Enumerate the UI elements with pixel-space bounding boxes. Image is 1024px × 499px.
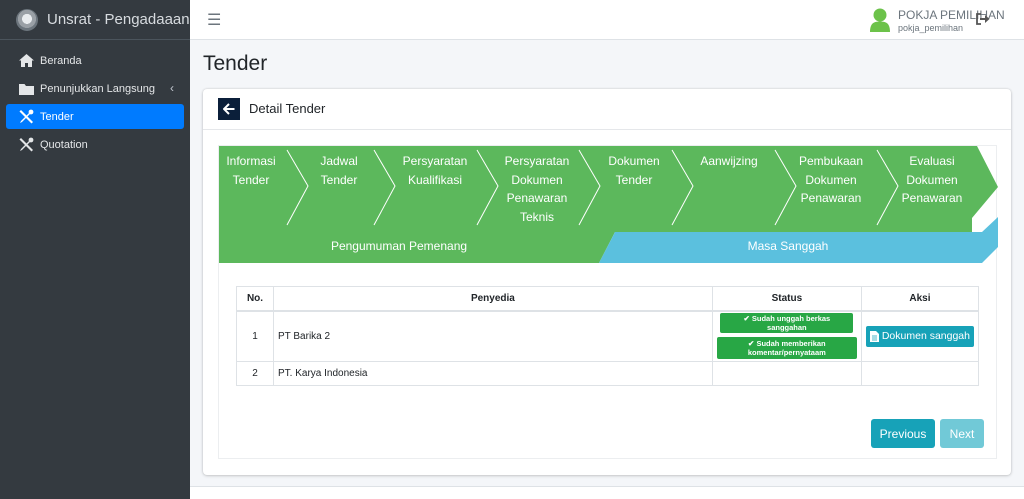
page-title: Tender (203, 52, 268, 75)
back-button[interactable] (218, 98, 240, 120)
sidebar-item-tender[interactable]: Tender (6, 104, 184, 129)
step-persyaratan-dokumen-teknis[interactable]: Persyaratan Dokumen Penawaran Teknis (495, 152, 579, 226)
sidebar-item-label: Beranda (40, 54, 82, 67)
stage-pengumuman-pemenang[interactable]: Pengumuman Pemenang (219, 239, 579, 253)
step-persyaratan-kualifikasi[interactable]: Persyaratan Kualifikasi (393, 152, 477, 189)
col-penyedia: Penyedia (273, 286, 713, 312)
brand[interactable]: Unsrat - Pengadaaan Ba (0, 0, 190, 40)
table-row: 2 PT. Karya Indonesia (236, 361, 980, 386)
table-header-row: No. Penyedia Status Aksi (236, 286, 980, 312)
row-penyedia: PT. Karya Indonesia (273, 361, 713, 386)
user-icon (870, 8, 890, 32)
menu-toggle-icon[interactable]: ☰ (207, 10, 221, 30)
brand-title: Unsrat - Pengadaaan Ba (47, 11, 190, 28)
sidebar-item-label: Tender (40, 110, 74, 123)
top-navbar: ☰ POKJA PEMILIHAN pokja_pemilihan (190, 0, 1024, 40)
check-icon: ✔ (743, 314, 750, 324)
detail-card: Detail Tender Informasi Tender Jadwal Te… (203, 89, 1011, 475)
row-aksi: Dokumen sanggah (860, 310, 980, 362)
footer (190, 486, 1024, 499)
col-status: Status (711, 286, 862, 312)
folder-icon (18, 82, 34, 96)
col-aksi: Aksi (860, 286, 980, 312)
stage-masa-sanggah[interactable]: Masa Sanggah (619, 239, 957, 253)
dokumen-sanggah-button[interactable]: Dokumen sanggah (865, 325, 974, 347)
arrow-left-icon (223, 103, 235, 115)
sidebar-nav: Beranda Penunjukkan Langsung ‹ Tender Qu… (0, 40, 190, 157)
file-icon (869, 330, 879, 342)
tender-stages: Informasi Tender Jadwal Tender Persyarat… (219, 146, 998, 263)
step-pembukaan-dokumen-penawaran[interactable]: Pembukaan Dokumen Penawaran (789, 152, 873, 208)
col-no: No. (236, 286, 274, 312)
sanggah-table: No. Penyedia Status Aksi 1 PT Barika 2 ✔… (236, 286, 980, 386)
step-aanwijzing[interactable]: Aanwijzing (692, 152, 766, 171)
row-aksi (860, 361, 980, 386)
step-evaluasi-dokumen-penawaran[interactable]: Evaluasi Dokumen Penawaran (892, 152, 972, 208)
logout-icon[interactable] (976, 12, 990, 26)
card-header: Detail Tender (203, 89, 1011, 130)
table-row: 1 PT Barika 2 ✔ Sudah unggah berkas sang… (236, 310, 980, 362)
tools-icon (18, 137, 34, 152)
step-jadwal-tender[interactable]: Jadwal Tender (307, 152, 371, 189)
status-badge: ✔ Sudah unggah berkas sanggahan (720, 313, 854, 334)
user-id: pokja_pemilihan (898, 23, 964, 33)
tools-icon (18, 109, 34, 124)
next-button[interactable]: Next (940, 419, 984, 448)
step-informasi-tender[interactable]: Informasi Tender (219, 152, 283, 189)
sidebar-item-label: Penunjukkan Langsung (40, 82, 155, 95)
row-status: ✔ Sudah unggah berkas sanggahan ✔ Sudah … (711, 310, 862, 362)
card-title: Detail Tender (249, 101, 326, 116)
chevron-left-icon: ‹ (170, 81, 174, 95)
row-status (711, 361, 862, 386)
status-badge: ✔ Sudah memberikan komentar/pernyataam (716, 337, 857, 360)
sidebar: Unsrat - Pengadaaan Ba Beranda Penunjukk… (0, 0, 190, 499)
sidebar-item-beranda[interactable]: Beranda (6, 48, 184, 73)
home-icon (18, 54, 34, 68)
previous-button[interactable]: Previous (871, 419, 935, 448)
card-body: Informasi Tender Jadwal Tender Persyarat… (218, 145, 998, 459)
sidebar-item-label: Quotation (40, 138, 88, 151)
university-logo (16, 8, 38, 31)
sidebar-item-quotation[interactable]: Quotation (6, 132, 184, 157)
check-icon: ✔ (748, 339, 755, 349)
row-no: 2 (236, 361, 274, 386)
row-penyedia: PT Barika 2 (273, 310, 713, 362)
sidebar-item-penunjukkan-langsung[interactable]: Penunjukkan Langsung ‹ (6, 76, 184, 101)
row-no: 1 (236, 310, 274, 362)
step-dokumen-tender[interactable]: Dokumen Tender (596, 152, 672, 189)
